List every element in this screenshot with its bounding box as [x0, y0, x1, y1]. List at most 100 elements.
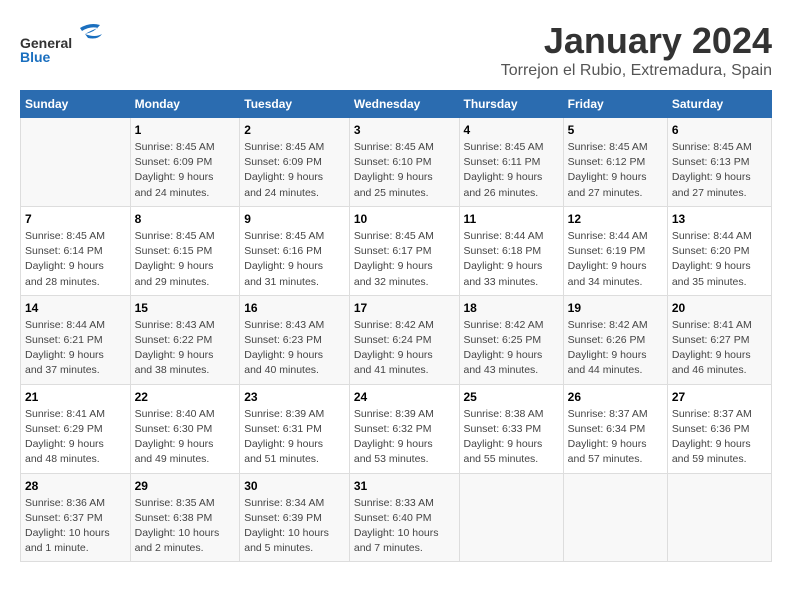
day-number: 9 — [244, 212, 345, 226]
page-subtitle: Torrejon el Rubio, Extremadura, Spain — [501, 62, 772, 80]
day-number: 18 — [464, 301, 559, 315]
calendar-cell: 17 Sunrise: 8:42 AM Sunset: 6:24 PM Dayli… — [349, 295, 459, 384]
day-number: 24 — [354, 390, 455, 404]
day-info: Sunrise: 8:40 AM Sunset: 6:30 PM Dayligh… — [135, 407, 236, 468]
day-number: 7 — [25, 212, 126, 226]
week-row-5: 28 Sunrise: 8:36 AM Sunset: 6:37 PM Dayli… — [21, 473, 772, 562]
week-row-2: 7 Sunrise: 8:45 AM Sunset: 6:14 PM Daylig… — [21, 206, 772, 295]
svg-text:Blue: Blue — [20, 49, 51, 65]
day-info: Sunrise: 8:41 AM Sunset: 6:27 PM Dayligh… — [672, 318, 767, 379]
calendar-cell: 21Sunrise: 8:41 AM Sunset: 6:29 PM Dayli… — [21, 384, 131, 473]
calendar-cell: 24Sunrise: 8:39 AM Sunset: 6:32 PM Dayli… — [349, 384, 459, 473]
day-info: Sunrise: 8:45 AM Sunset: 6:12 PM Dayligh… — [568, 140, 663, 201]
calendar-cell: 26 Sunrise: 8:37 AM Sunset: 6:34 PM Dayli… — [563, 384, 667, 473]
calendar-cell: 19 Sunrise: 8:42 AM Sunset: 6:26 PM Dayli… — [563, 295, 667, 384]
week-row-4: 21Sunrise: 8:41 AM Sunset: 6:29 PM Dayli… — [21, 384, 772, 473]
day-number: 15 — [135, 301, 236, 315]
day-number: 25 — [464, 390, 559, 404]
day-info: Sunrise: 8:33 AM Sunset: 6:40 PM Dayligh… — [354, 496, 455, 557]
day-info: Sunrise: 8:45 AM Sunset: 6:09 PM Dayligh… — [244, 140, 345, 201]
calendar-cell: 16 Sunrise: 8:43 AM Sunset: 6:23 PM Dayli… — [240, 295, 350, 384]
calendar-cell: 7 Sunrise: 8:45 AM Sunset: 6:14 PM Daylig… — [21, 206, 131, 295]
calendar-cell: 9 Sunrise: 8:45 AM Sunset: 6:16 PM Daylig… — [240, 206, 350, 295]
day-info: Sunrise: 8:43 AM Sunset: 6:23 PM Dayligh… — [244, 318, 345, 379]
day-info: Sunrise: 8:41 AM Sunset: 6:29 PM Dayligh… — [25, 407, 126, 468]
day-number: 17 — [354, 301, 455, 315]
calendar-cell: 1 Sunrise: 8:45 AM Sunset: 6:09 PM Daylig… — [130, 118, 240, 207]
day-number: 13 — [672, 212, 767, 226]
day-number: 28 — [25, 479, 126, 493]
calendar-cell: 22 Sunrise: 8:40 AM Sunset: 6:30 PM Dayli… — [130, 384, 240, 473]
day-number: 3 — [354, 123, 455, 137]
header-sunday: Sunday — [21, 91, 131, 118]
calendar-table: Sunday Monday Tuesday Wednesday Thursday… — [20, 90, 772, 562]
calendar-cell — [667, 473, 771, 562]
header-saturday: Saturday — [667, 91, 771, 118]
day-number: 23 — [244, 390, 345, 404]
calendar-cell: 6 Sunrise: 8:45 AM Sunset: 6:13 PM Daylig… — [667, 118, 771, 207]
calendar-cell: 25 Sunrise: 8:38 AM Sunset: 6:33 PM Dayli… — [459, 384, 563, 473]
day-info: Sunrise: 8:45 AM Sunset: 6:17 PM Dayligh… — [354, 229, 455, 290]
day-info: Sunrise: 8:45 AM Sunset: 6:13 PM Dayligh… — [672, 140, 767, 201]
header-thursday: Thursday — [459, 91, 563, 118]
day-info: Sunrise: 8:45 AM Sunset: 6:16 PM Dayligh… — [244, 229, 345, 290]
day-info: Sunrise: 8:45 AM Sunset: 6:14 PM Dayligh… — [25, 229, 126, 290]
calendar-cell: 5 Sunrise: 8:45 AM Sunset: 6:12 PM Daylig… — [563, 118, 667, 207]
page-title: January 2024 — [501, 20, 772, 62]
calendar-cell: 31Sunrise: 8:33 AM Sunset: 6:40 PM Dayli… — [349, 473, 459, 562]
day-number: 4 — [464, 123, 559, 137]
calendar-cell: 15 Sunrise: 8:43 AM Sunset: 6:22 PM Dayli… — [130, 295, 240, 384]
day-number: 1 — [135, 123, 236, 137]
day-info: Sunrise: 8:42 AM Sunset: 6:25 PM Dayligh… — [464, 318, 559, 379]
day-number: 8 — [135, 212, 236, 226]
calendar-cell: 27 Sunrise: 8:37 AM Sunset: 6:36 PM Dayli… — [667, 384, 771, 473]
day-info: Sunrise: 8:36 AM Sunset: 6:37 PM Dayligh… — [25, 496, 126, 557]
day-info: Sunrise: 8:44 AM Sunset: 6:19 PM Dayligh… — [568, 229, 663, 290]
day-number: 11 — [464, 212, 559, 226]
calendar-cell: 13Sunrise: 8:44 AM Sunset: 6:20 PM Dayli… — [667, 206, 771, 295]
calendar-cell: 23 Sunrise: 8:39 AM Sunset: 6:31 PM Dayli… — [240, 384, 350, 473]
calendar-cell: 4Sunrise: 8:45 AM Sunset: 6:11 PM Daylig… — [459, 118, 563, 207]
calendar-cell: 14 Sunrise: 8:44 AM Sunset: 6:21 PM Dayli… — [21, 295, 131, 384]
calendar-cell: 20 Sunrise: 8:41 AM Sunset: 6:27 PM Dayli… — [667, 295, 771, 384]
day-number: 27 — [672, 390, 767, 404]
calendar-cell: 18 Sunrise: 8:42 AM Sunset: 6:25 PM Dayli… — [459, 295, 563, 384]
day-number: 14 — [25, 301, 126, 315]
day-info: Sunrise: 8:37 AM Sunset: 6:36 PM Dayligh… — [672, 407, 767, 468]
calendar-cell: 12Sunrise: 8:44 AM Sunset: 6:19 PM Dayli… — [563, 206, 667, 295]
calendar-cell: 3 Sunrise: 8:45 AM Sunset: 6:10 PM Daylig… — [349, 118, 459, 207]
day-number: 10 — [354, 212, 455, 226]
calendar-cell: 10 Sunrise: 8:45 AM Sunset: 6:17 PM Dayli… — [349, 206, 459, 295]
day-info: Sunrise: 8:34 AM Sunset: 6:39 PM Dayligh… — [244, 496, 345, 557]
calendar-cell: 30 Sunrise: 8:34 AM Sunset: 6:39 PM Dayli… — [240, 473, 350, 562]
day-number: 6 — [672, 123, 767, 137]
day-info: Sunrise: 8:44 AM Sunset: 6:21 PM Dayligh… — [25, 318, 126, 379]
title-block: January 2024 Torrejon el Rubio, Extremad… — [501, 20, 772, 80]
day-info: Sunrise: 8:42 AM Sunset: 6:24 PM Dayligh… — [354, 318, 455, 379]
calendar-cell: 11Sunrise: 8:44 AM Sunset: 6:18 PM Dayli… — [459, 206, 563, 295]
day-info: Sunrise: 8:38 AM Sunset: 6:33 PM Dayligh… — [464, 407, 559, 468]
week-row-1: 1 Sunrise: 8:45 AM Sunset: 6:09 PM Daylig… — [21, 118, 772, 207]
header-row: Sunday Monday Tuesday Wednesday Thursday… — [21, 91, 772, 118]
calendar-cell — [21, 118, 131, 207]
day-number: 22 — [135, 390, 236, 404]
calendar-cell — [563, 473, 667, 562]
day-info: Sunrise: 8:43 AM Sunset: 6:22 PM Dayligh… — [135, 318, 236, 379]
day-number: 19 — [568, 301, 663, 315]
header-friday: Friday — [563, 91, 667, 118]
day-number: 20 — [672, 301, 767, 315]
day-info: Sunrise: 8:39 AM Sunset: 6:31 PM Dayligh… — [244, 407, 345, 468]
day-number: 5 — [568, 123, 663, 137]
day-info: Sunrise: 8:45 AM Sunset: 6:10 PM Dayligh… — [354, 140, 455, 201]
day-info: Sunrise: 8:37 AM Sunset: 6:34 PM Dayligh… — [568, 407, 663, 468]
day-number: 2 — [244, 123, 345, 137]
week-row-3: 14 Sunrise: 8:44 AM Sunset: 6:21 PM Dayli… — [21, 295, 772, 384]
day-number: 30 — [244, 479, 345, 493]
day-number: 16 — [244, 301, 345, 315]
day-info: Sunrise: 8:42 AM Sunset: 6:26 PM Dayligh… — [568, 318, 663, 379]
day-number: 26 — [568, 390, 663, 404]
calendar-cell — [459, 473, 563, 562]
day-info: Sunrise: 8:45 AM Sunset: 6:15 PM Dayligh… — [135, 229, 236, 290]
header-tuesday: Tuesday — [240, 91, 350, 118]
day-info: Sunrise: 8:45 AM Sunset: 6:09 PM Dayligh… — [135, 140, 236, 201]
